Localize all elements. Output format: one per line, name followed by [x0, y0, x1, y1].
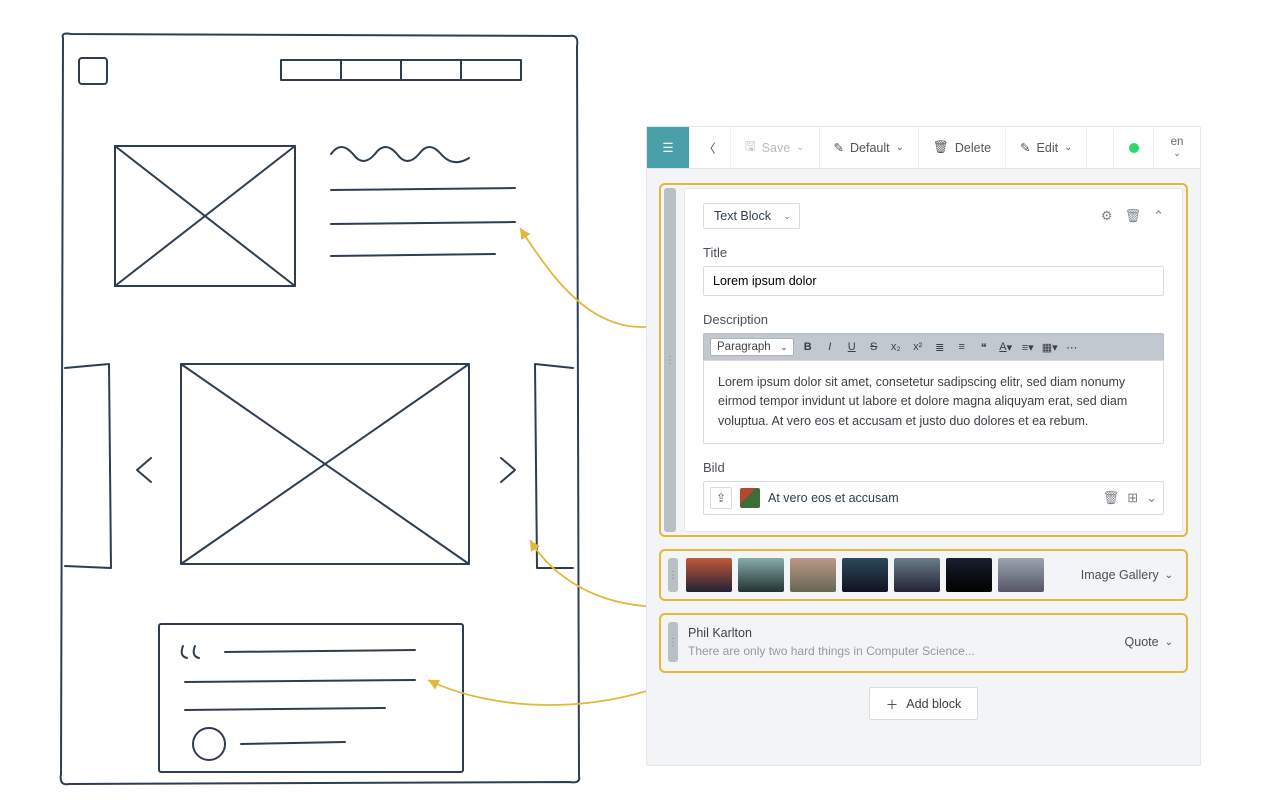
menu-button[interactable]: ☰ [647, 127, 689, 168]
block-type-selector[interactable]: Text Block ⌄ [703, 203, 800, 229]
chevron-down-icon: ⌄ [896, 142, 904, 153]
add-block-label: Add block [906, 697, 961, 711]
block-quote: ⋮ Phil Karlton There are only two hard t… [659, 613, 1188, 673]
block-type-label: Text Block [714, 209, 771, 223]
edit-label: Edit [1037, 141, 1059, 155]
rte-paragraph-label: Paragraph [717, 341, 771, 353]
chevron-down-icon: ⌄ [796, 142, 804, 153]
rte-paragraph-select[interactable]: Paragraph ⌄ [710, 338, 794, 356]
quote-author: Phil Karlton [688, 626, 1113, 640]
chevron-down-icon: ⌄ [780, 342, 788, 353]
gallery-thumb[interactable] [998, 558, 1044, 592]
chevron-down-icon: ⌄ [783, 211, 791, 222]
gallery-header[interactable]: Image Gallery ⌄ [1081, 568, 1173, 582]
bild-title: At vero eos et accusam [768, 491, 1095, 505]
save-label: Save [762, 141, 791, 155]
gear-icon[interactable]: ⚙ [1101, 208, 1113, 224]
gallery-thumb[interactable] [738, 558, 784, 592]
default-label: Default [850, 141, 890, 155]
chevron-down-icon: ⌄ [1064, 142, 1072, 153]
text-color-icon[interactable]: A▾ [998, 339, 1014, 355]
save-button[interactable]: 🖫 Save ⌄ [731, 127, 820, 168]
trash-icon: 🗑 [933, 140, 949, 155]
default-button[interactable]: ✎ Default ⌄ [820, 127, 919, 168]
upload-icon: ⇪ [716, 491, 726, 505]
collapse-icon[interactable]: ⌃ [1153, 208, 1164, 224]
quote-label: Quote [1125, 635, 1159, 649]
editor-panel: ☰ 〈 🖫 Save ⌄ ✎ Default ⌄ 🗑 Delete ✎ Edit… [646, 126, 1201, 766]
bild-row: ⇪ At vero eos et accusam 🗑 ⊞ ⌄ [703, 481, 1164, 515]
subscript-icon[interactable]: x₂ [888, 339, 904, 355]
gallery-thumb[interactable] [790, 558, 836, 592]
gallery-label: Image Gallery [1081, 568, 1159, 582]
align-icon[interactable]: ≡▾ [1020, 339, 1036, 355]
quote-text: There are only two hard things in Comput… [688, 644, 1113, 658]
plus-icon: ＋ [886, 694, 899, 713]
title-input[interactable] [703, 266, 1164, 296]
chevron-left-icon: 〈 [703, 138, 716, 157]
list-ol-icon[interactable]: ≡ [954, 339, 970, 355]
quote-header[interactable]: Quote ⌄ [1125, 622, 1173, 662]
gallery-thumbnails [686, 558, 1044, 592]
chevron-down-icon: ⌄ [1173, 148, 1181, 159]
status-indicator[interactable] [1114, 127, 1154, 168]
italic-icon[interactable]: I [822, 339, 838, 355]
chevron-down-icon[interactable]: ⌄ [1146, 490, 1157, 506]
chevron-down-icon: ⌄ [1165, 637, 1173, 648]
gallery-thumb[interactable] [686, 558, 732, 592]
editor-body: ⋮ Text Block ⌄ ⚙ 🗑 ⌃ [647, 169, 1200, 765]
trash-icon[interactable]: 🗑 [1103, 490, 1120, 506]
strike-icon[interactable]: S [866, 339, 882, 355]
image-thumbnail[interactable] [740, 488, 760, 508]
bild-field-label: Bild [703, 460, 1164, 475]
rte-toolbar: Paragraph ⌄ B I U S x₂ x² ≣ ≡ ❝ [703, 333, 1164, 360]
trash-icon[interactable]: 🗑 [1125, 208, 1142, 224]
upload-button[interactable]: ⇪ [710, 487, 732, 509]
chevron-down-icon: ⌄ [1165, 570, 1173, 581]
quote-icon[interactable]: ❝ [976, 339, 992, 355]
rte-textarea[interactable]: Lorem ipsum dolor sit amet, consetetur s… [703, 360, 1164, 444]
text-block-content: Text Block ⌄ ⚙ 🗑 ⌃ Title [684, 188, 1183, 532]
edit-button[interactable]: ✎ Edit ⌄ [1006, 127, 1087, 168]
brush-icon: ✎ [834, 140, 844, 155]
add-block-button[interactable]: ＋ Add block [869, 687, 978, 720]
bold-icon[interactable]: B [800, 339, 816, 355]
more-icon[interactable]: ⋯ [1064, 339, 1080, 355]
drag-handle[interactable]: ⋮ [668, 558, 678, 592]
language-label: en [1171, 136, 1184, 148]
title-field-label: Title [703, 245, 1164, 260]
back-button[interactable]: 〈 [689, 127, 731, 168]
superscript-icon[interactable]: x² [910, 339, 926, 355]
gallery-thumb[interactable] [842, 558, 888, 592]
wireframe-svg [55, 28, 585, 788]
save-icon: 🖫 [745, 137, 756, 158]
editor-toolbar: ☰ 〈 🖫 Save ⌄ ✎ Default ⌄ 🗑 Delete ✎ Edit… [647, 127, 1200, 169]
description-field-label: Description [703, 312, 1164, 327]
delete-label: Delete [955, 141, 991, 155]
block-text: ⋮ Text Block ⌄ ⚙ 🗑 ⌃ [659, 183, 1188, 537]
gallery-thumb[interactable] [946, 558, 992, 592]
drag-handle[interactable]: ⋮ [664, 188, 676, 532]
delete-button[interactable]: 🗑 Delete [919, 127, 1006, 168]
wireframe-sketch [55, 28, 585, 788]
drag-handle[interactable]: ⋮ [668, 622, 678, 662]
pencil-icon: ✎ [1020, 140, 1030, 155]
status-dot-icon [1129, 143, 1139, 153]
gallery-thumb[interactable] [894, 558, 940, 592]
table-icon[interactable]: ▦▾ [1042, 339, 1058, 355]
grid-icon[interactable]: ⊞ [1127, 490, 1138, 506]
language-selector[interactable]: en ⌄ [1154, 127, 1200, 168]
list-ul-icon[interactable]: ≣ [932, 339, 948, 355]
hamburger-icon: ☰ [662, 140, 673, 155]
underline-icon[interactable]: U [844, 339, 860, 355]
block-gallery: ⋮ Image Gallery ⌄ [659, 549, 1188, 601]
